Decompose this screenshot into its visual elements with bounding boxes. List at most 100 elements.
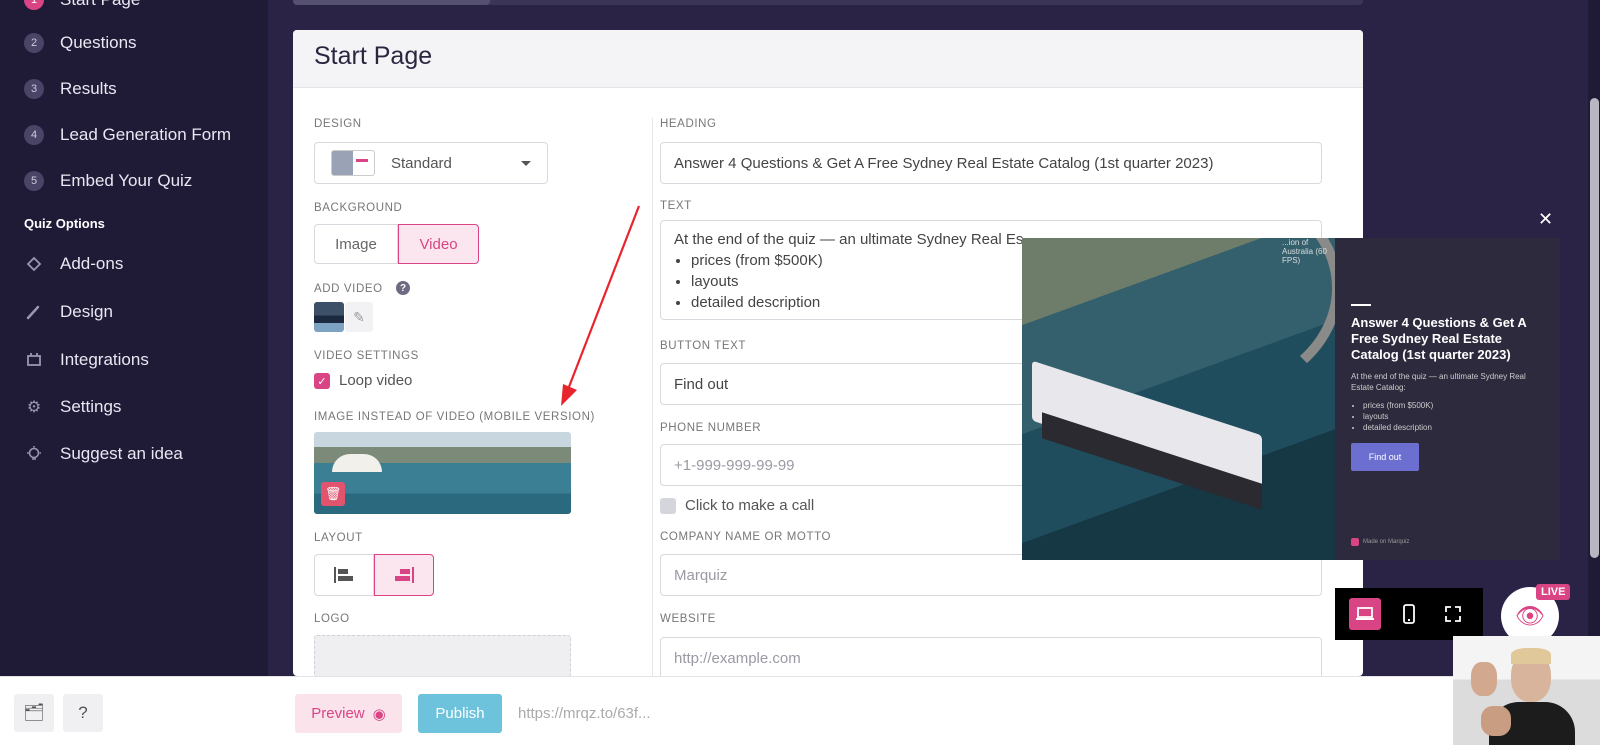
preview-dash <box>1351 304 1371 306</box>
history-button[interactable]: 🗂 <box>14 694 54 732</box>
step-number: 4 <box>24 125 44 145</box>
phone-icon <box>1403 604 1415 624</box>
list-item: layouts <box>1363 411 1433 422</box>
chevron-down-icon <box>521 161 531 166</box>
sidebar-step-embed[interactable]: 5 Embed Your Quiz <box>24 167 192 195</box>
design-label: DESIGN <box>314 118 362 130</box>
check-icon: ✓ <box>317 375 327 388</box>
help-icon[interactable]: ? <box>396 281 410 295</box>
preview-button[interactable]: Preview ◉ <box>295 694 402 733</box>
eye-icon: ◉ <box>372 705 386 723</box>
sidebar-item-label: Design <box>60 302 113 321</box>
progress-fill <box>293 0 490 5</box>
question-icon: ? <box>78 703 88 722</box>
pencil-icon: ✎ <box>353 308 365 325</box>
sidebar-item-settings[interactable]: ⚙ Settings <box>24 393 122 421</box>
live-badge: LIVE <box>1536 584 1571 600</box>
design-select[interactable]: Standard <box>314 142 548 184</box>
gear-icon: ⚙ <box>26 399 42 416</box>
step-number: 2 <box>24 33 44 53</box>
column-divider <box>652 118 653 676</box>
quiz-preview: ...ion of Australia (60 FPS) Answer 4 Qu… <box>1022 238 1560 560</box>
trash-icon: 🗑 <box>324 486 342 501</box>
design-thumbnail <box>331 150 375 176</box>
publish-button[interactable]: Publish <box>418 694 502 733</box>
history-icon: 🗂 <box>23 703 45 722</box>
mobile-image-preview[interactable]: 🗑 <box>314 432 571 514</box>
made-on-marquiz: Made on Marquiz <box>1351 538 1409 546</box>
presenter-hair <box>1511 648 1551 664</box>
video-settings-label: VIDEO SETTINGS <box>314 350 419 362</box>
close-preview-icon[interactable]: ✕ <box>1538 209 1553 230</box>
fullscreen-button[interactable] <box>1437 598 1469 630</box>
sidebar-step-start-page[interactable]: 1 Start Page <box>24 0 140 14</box>
marquiz-logo-icon <box>1351 538 1359 546</box>
layout-right-button[interactable] <box>374 554 434 596</box>
help-button[interactable]: ? <box>63 694 103 732</box>
layout-label: LAYOUT <box>314 532 363 544</box>
laptop-icon <box>1356 607 1374 620</box>
sidebar-item-label: Questions <box>60 33 137 52</box>
sidebar-item-add-ons[interactable]: Add-ons <box>24 250 123 278</box>
list-item: detailed description <box>1363 422 1433 433</box>
panel-header: Start Page <box>293 30 1363 88</box>
preview-video-frame: ...ion of Australia (60 FPS) <box>1022 238 1335 560</box>
sidebar-item-design[interactable]: Design <box>24 298 113 326</box>
phone-label: PHONE NUMBER <box>660 422 762 434</box>
logo-label: LOGO <box>314 613 350 625</box>
text-label: TEXT <box>660 200 692 212</box>
video-caption: ...ion of Australia (60 FPS) <box>1282 238 1327 265</box>
sidebar-step-lead-form[interactable]: 4 Lead Generation Form <box>24 121 231 149</box>
quiz-options-heading: Quiz Options <box>24 216 105 231</box>
background-image-option[interactable]: Image <box>314 224 398 264</box>
loop-video-checkbox[interactable]: ✓ <box>314 373 330 389</box>
website-input[interactable]: http://example.com <box>660 637 1322 676</box>
opera-house-shape <box>332 454 382 472</box>
page-title: Start Page <box>314 42 433 70</box>
click-to-call-checkbox[interactable] <box>660 498 676 514</box>
website-label: WEBSITE <box>660 613 716 625</box>
device-switcher <box>1335 588 1483 640</box>
sidebar-step-questions[interactable]: 2 Questions <box>24 29 137 57</box>
logo-upload-area[interactable] <box>314 635 571 676</box>
puzzle-icon <box>24 254 44 274</box>
preview-find-out-button[interactable]: Find out <box>1351 443 1419 471</box>
video-thumbnail[interactable] <box>314 302 344 332</box>
eye-icon: 👁 <box>1514 602 1546 630</box>
company-label: COMPANY NAME OR MOTTO <box>660 531 832 543</box>
layout-left-button[interactable] <box>314 554 374 596</box>
red-arrow-annotation <box>561 205 641 406</box>
delete-image-button[interactable]: 🗑 <box>321 482 345 506</box>
design-value: Standard <box>391 154 452 172</box>
mobile-view-button[interactable] <box>1393 598 1425 630</box>
scrollbar-thumb[interactable] <box>1590 98 1599 558</box>
brush-icon <box>24 302 44 322</box>
sidebar-step-results[interactable]: 3 Results <box>24 75 117 103</box>
company-input[interactable]: Marquiz <box>660 554 1322 596</box>
lightbulb-icon <box>24 444 44 464</box>
edit-video-button[interactable]: ✎ <box>345 302 373 332</box>
sidebar-item-label: Embed Your Quiz <box>60 171 193 190</box>
sidebar-item-integrations[interactable]: Integrations <box>24 346 149 374</box>
sidebar-item-label: Lead Generation Form <box>60 125 232 144</box>
sidebar-item-suggest[interactable]: Suggest an idea <box>24 440 183 468</box>
preview-bullets: prices (from $500K) layouts detailed des… <box>1363 400 1433 433</box>
heading-input[interactable]: Answer 4 Questions & Get A Free Sydney R… <box>660 142 1322 184</box>
quiz-url[interactable]: https://mrqz.to/63f... <box>518 705 651 722</box>
desktop-view-button[interactable] <box>1349 598 1381 630</box>
sidebar-item-label: Settings <box>60 397 122 416</box>
preview-text-panel: Answer 4 Questions & Get A Free Sydney R… <box>1335 238 1560 560</box>
sidebar-item-label: Suggest an idea <box>60 444 183 463</box>
webcam-overlay <box>1453 636 1600 745</box>
background-label: BACKGROUND <box>314 202 403 214</box>
step-number: 5 <box>24 171 44 191</box>
plug-icon <box>24 350 44 370</box>
presenter-hand <box>1481 706 1511 736</box>
button-text-label: BUTTON TEXT <box>660 340 747 352</box>
step-number: 3 <box>24 79 44 99</box>
preview-text: At the end of the quiz — an ultimate Syd… <box>1351 372 1526 392</box>
progress-bar <box>293 0 1363 5</box>
heading-label: HEADING <box>660 118 717 130</box>
background-video-option[interactable]: Video <box>398 224 479 264</box>
align-left-icon <box>334 567 353 583</box>
